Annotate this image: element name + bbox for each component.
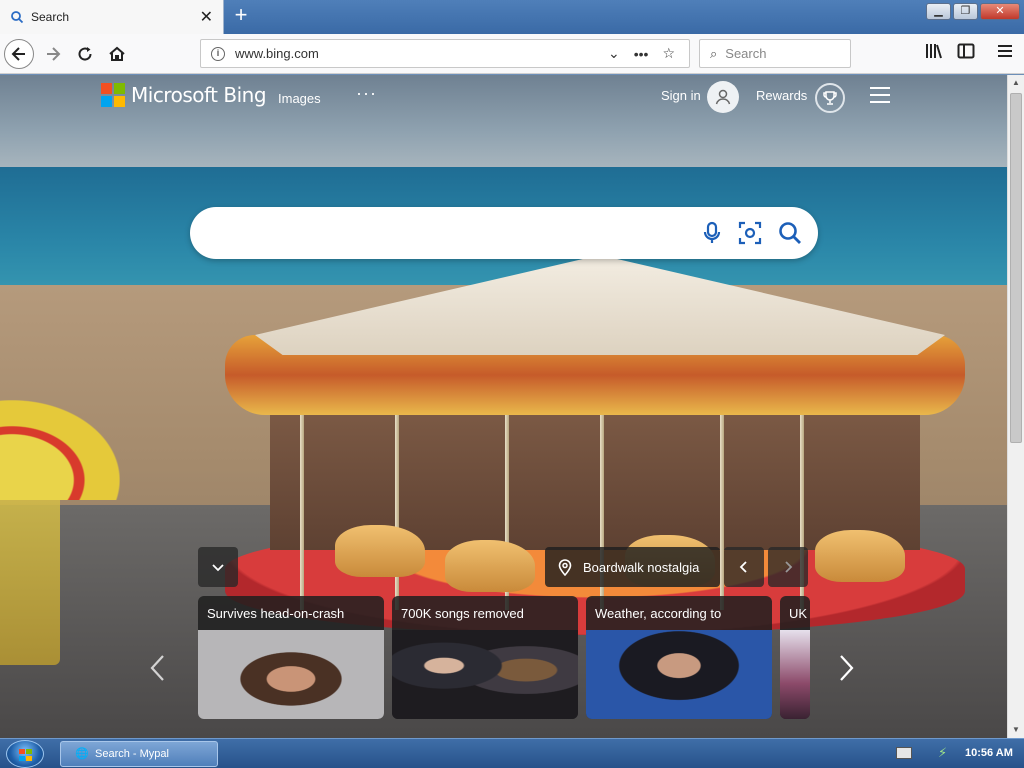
collapse-feed-button[interactable] xyxy=(198,547,238,587)
previous-image-button[interactable] xyxy=(724,547,764,587)
maximize-button[interactable]: ❐ xyxy=(953,3,978,20)
home-icon xyxy=(109,46,125,61)
address-bar[interactable]: i www.bing.com ⌄ ••• ☆ xyxy=(200,39,690,68)
news-thumbnail xyxy=(198,630,384,719)
new-tab-button[interactable]: + xyxy=(230,4,252,28)
window-close-button[interactable]: ✕ xyxy=(980,3,1020,20)
carousel-horse xyxy=(815,530,905,582)
chevron-down-icon[interactable]: ⌄ xyxy=(608,45,620,62)
news-next-button[interactable] xyxy=(836,653,856,691)
carousel-roof xyxy=(255,255,945,355)
bing-logo-text: Microsoft Bing xyxy=(131,83,267,107)
sidebar-icon[interactable] xyxy=(957,42,975,60)
news-card[interactable]: 700K songs removed xyxy=(392,596,578,719)
tab-strip: Search ✕ + ▁ ❐ ✕ xyxy=(0,0,1024,34)
back-button[interactable] xyxy=(4,39,34,69)
trophy-glyph-icon xyxy=(823,91,837,105)
bookmark-star-icon[interactable]: ☆ xyxy=(662,45,675,62)
tab-label: Search xyxy=(31,10,70,24)
keyboard-icon[interactable] xyxy=(896,747,912,759)
forward-button[interactable] xyxy=(38,39,68,69)
reload-button[interactable] xyxy=(70,39,100,69)
forward-icon xyxy=(47,47,61,61)
location-pin-icon xyxy=(558,559,572,576)
background-umbrella xyxy=(0,400,120,500)
tab-search[interactable]: Search ✕ xyxy=(0,0,224,34)
bing-logo[interactable]: Microsoft Bing xyxy=(101,83,267,107)
rewards-link[interactable]: Rewards xyxy=(756,88,807,103)
back-icon xyxy=(11,47,25,61)
sign-in-link[interactable]: Sign in xyxy=(661,88,701,103)
library-icon[interactable] xyxy=(925,42,943,60)
news-title: UK xyxy=(789,606,808,621)
search-icon xyxy=(11,11,24,24)
browser-search-field[interactable]: ⌕ Search xyxy=(699,39,851,68)
chevron-down-icon xyxy=(212,564,224,572)
window-controls: ▁ ❐ ✕ xyxy=(926,3,1020,20)
search-placeholder: Search xyxy=(725,46,767,61)
navigation-toolbar: i www.bing.com ⌄ ••• ☆ ⌕ Search xyxy=(0,34,1024,74)
carousel-pole xyxy=(395,410,399,610)
more-icon[interactable]: ··· xyxy=(356,83,377,104)
scroll-down-arrow-icon[interactable]: ▼ xyxy=(1008,722,1024,738)
home-button[interactable] xyxy=(102,39,132,69)
network-icon[interactable]: ⚡ xyxy=(938,745,947,761)
page-viewport: Microsoft Bing Images ··· Sign in Reward… xyxy=(0,75,1007,738)
scroll-thumb[interactable] xyxy=(1010,93,1022,443)
logo-square-red xyxy=(101,83,112,94)
start-button[interactable] xyxy=(6,740,44,768)
clock[interactable]: 10:56 AM xyxy=(965,747,1013,759)
news-title: Survives head-on-crash xyxy=(207,606,345,621)
news-title: 700K songs removed xyxy=(401,606,524,621)
news-previous-button[interactable] xyxy=(148,653,168,691)
bing-search-box xyxy=(190,207,818,259)
image-caption-button[interactable]: Boardwalk nostalgia xyxy=(545,547,720,587)
news-thumbnail xyxy=(392,630,578,719)
scroll-up-arrow-icon[interactable]: ▲ xyxy=(1008,75,1024,91)
page-actions-icon[interactable]: ••• xyxy=(634,46,649,62)
browser-app-icon: 🌐 xyxy=(75,748,89,760)
close-icon[interactable]: ✕ xyxy=(200,7,213,27)
taskbar-window-button[interactable]: 🌐 Search - Mypal xyxy=(60,741,218,767)
person-icon xyxy=(715,89,731,105)
news-thumbnail xyxy=(586,630,772,719)
chevron-right-icon xyxy=(840,655,854,681)
nav-images-link[interactable]: Images xyxy=(278,91,321,106)
search-submit-icon[interactable] xyxy=(776,219,804,247)
taskbar-window-label: Search - Mypal xyxy=(95,748,169,760)
menu-icon[interactable] xyxy=(996,42,1014,60)
next-image-button[interactable] xyxy=(768,547,808,587)
bing-search-input[interactable] xyxy=(212,221,692,245)
info-icon[interactable]: i xyxy=(211,46,225,61)
vertical-scrollbar[interactable]: ▲ ▼ xyxy=(1007,75,1024,738)
microphone-icon[interactable] xyxy=(698,219,726,247)
taskbar: 🌐 Search - Mypal ⚡ 10:56 AM xyxy=(0,738,1024,768)
microsoft-logo-icon xyxy=(101,83,125,107)
chevron-right-icon xyxy=(785,561,793,573)
logo-square-blue xyxy=(101,96,112,107)
news-title: Weather, according to xyxy=(595,606,722,621)
logo-square-green xyxy=(114,83,125,94)
hamburger-menu-icon[interactable] xyxy=(870,87,890,103)
news-thumbnail xyxy=(780,630,810,719)
windows-logo-icon xyxy=(19,749,33,761)
background-ride xyxy=(0,475,60,665)
news-card[interactable]: Weather, according to xyxy=(586,596,772,719)
reload-icon xyxy=(78,47,92,61)
trophy-icon[interactable] xyxy=(815,83,845,113)
search-icon: ⌕ xyxy=(710,45,718,61)
carousel-horse xyxy=(335,525,425,577)
url-text[interactable]: www.bing.com xyxy=(235,46,608,61)
chevron-left-icon xyxy=(739,561,747,573)
chevron-left-icon xyxy=(150,655,164,681)
carousel-horse xyxy=(445,540,535,592)
logo-square-yellow xyxy=(114,96,125,107)
user-avatar-icon[interactable] xyxy=(707,81,739,113)
minimize-button[interactable]: ▁ xyxy=(926,3,951,20)
image-caption-text: Boardwalk nostalgia xyxy=(583,559,700,575)
news-card[interactable]: Survives head-on-crash xyxy=(198,596,384,719)
news-card[interactable]: UK xyxy=(780,596,810,719)
carousel-pole xyxy=(300,410,304,610)
visual-search-icon[interactable] xyxy=(736,219,764,247)
